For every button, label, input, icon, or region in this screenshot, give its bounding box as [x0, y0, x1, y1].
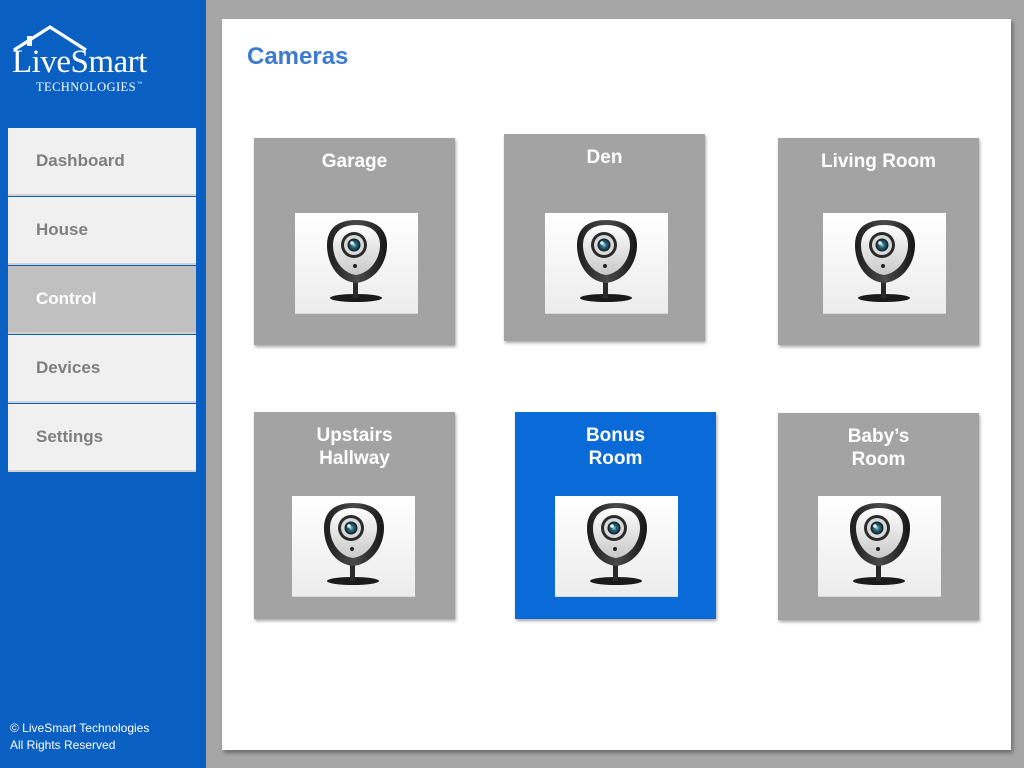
sidebar-item-label: House: [36, 220, 88, 239]
camera-tile-garage[interactable]: Garage: [254, 138, 455, 345]
camera-tile-living-room[interactable]: Living Room: [778, 138, 979, 345]
sidebar-item-label: Control: [36, 289, 97, 308]
brand-tagline: TECHNOLOGIES™: [36, 80, 143, 94]
webcam-icon: [295, 213, 418, 314]
sidebar-item-house[interactable]: House: [8, 197, 196, 265]
sidebar-item-label: Devices: [36, 358, 101, 377]
camera-label: Upstairs Hallway: [316, 425, 393, 469]
brand-name: LiveSmart: [12, 44, 147, 80]
sidebar: LiveSmart TECHNOLOGIES™ Dashboard House …: [0, 0, 206, 768]
camera-tile-upstairs-hallway[interactable]: Upstairs Hallway: [254, 412, 455, 619]
brand-logo[interactable]: LiveSmart TECHNOLOGIES™: [10, 24, 180, 96]
copyright-footer: © LiveSmart Technologies All Rights Rese…: [10, 720, 149, 754]
sidebar-item-devices[interactable]: Devices: [8, 335, 196, 403]
webcam-icon: [545, 213, 668, 314]
camera-label: Bonus Room: [585, 425, 646, 469]
camera-label: Den: [586, 147, 623, 168]
page-title: Cameras: [247, 43, 349, 70]
camera-tile-babys-room[interactable]: Baby’s Room: [778, 413, 979, 620]
main-panel: Cameras Garage Den Living Room Upstairs …: [222, 19, 1011, 750]
sidebar-item-control[interactable]: Control: [8, 266, 196, 334]
camera-label: Garage: [321, 151, 388, 172]
webcam-icon: [292, 496, 415, 597]
sidebar-item-dashboard[interactable]: Dashboard: [8, 128, 196, 196]
sidebar-item-label: Settings: [36, 427, 104, 446]
rights-text: All Rights Reserved: [10, 738, 116, 752]
camera-label: Living Room: [820, 151, 937, 172]
webcam-icon: [555, 496, 678, 597]
copyright-text: © LiveSmart Technologies: [10, 721, 150, 735]
sidebar-nav: Dashboard House Control Devices Settings: [8, 128, 196, 473]
camera-tile-den[interactable]: Den: [504, 134, 705, 341]
sidebar-item-settings[interactable]: Settings: [8, 404, 196, 472]
camera-tile-bonus-room[interactable]: Bonus Room: [515, 412, 716, 619]
webcam-icon: [818, 496, 941, 597]
sidebar-item-label: Dashboard: [36, 151, 125, 170]
webcam-icon: [823, 213, 946, 314]
camera-label: Baby’s Room: [847, 426, 910, 470]
